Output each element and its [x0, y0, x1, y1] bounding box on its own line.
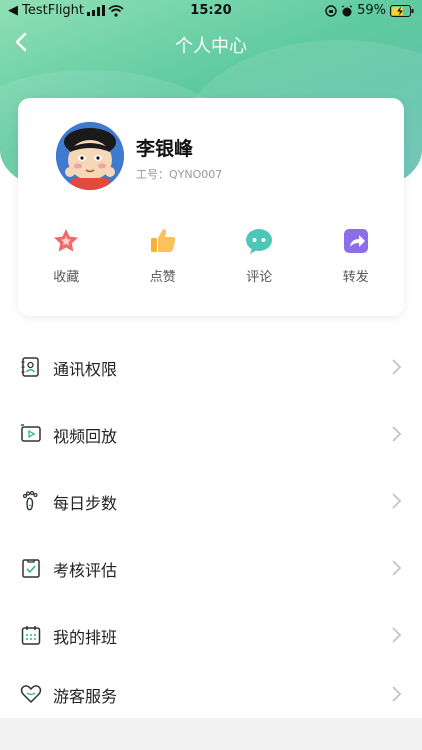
profile-card: 李银峰 工号：QYNO007 收藏 点赞 评论 转发	[18, 98, 404, 316]
employee-id: 工号：QYNO007	[136, 168, 223, 181]
chevron-right-icon	[392, 493, 402, 509]
menu-list: 通讯权限 视频回放 每日步数 考核评估 我的排班 游客服务	[0, 334, 422, 719]
action-label: 评论	[246, 270, 273, 285]
chevron-right-icon	[392, 686, 402, 702]
menu-label: 我的排班	[53, 628, 118, 647]
menu-label: 视频回放	[53, 427, 118, 446]
menu-label: 游客服务	[53, 687, 118, 706]
action-label: 点赞	[149, 270, 176, 285]
avatar[interactable]	[56, 122, 124, 190]
user-name: 李银峰	[136, 138, 194, 160]
chevron-right-icon	[392, 426, 402, 442]
thumbs-up-icon	[150, 229, 175, 252]
action-comment[interactable]: 评论	[211, 226, 308, 285]
menu-label: 每日步数	[53, 494, 118, 513]
status-bar: ◀ TestFlight 15:20 59%	[0, 0, 422, 22]
footprint-icon	[22, 490, 38, 511]
action-row: 收藏 点赞 评论 转发	[18, 226, 404, 285]
menu-item-video-playback[interactable]: 视频回放	[0, 401, 422, 468]
nav-bar: 个人中心	[0, 28, 422, 58]
orientation-lock-icon	[325, 4, 337, 17]
action-share[interactable]: 转发	[308, 226, 405, 285]
action-label: 转发	[342, 270, 369, 285]
menu-item-daily-steps[interactable]: 每日步数	[0, 468, 422, 535]
menu-item-my-schedule[interactable]: 我的排班	[0, 602, 422, 669]
chevron-right-icon	[392, 627, 402, 643]
heart-icon	[20, 685, 42, 704]
contacts-book-icon	[21, 357, 39, 377]
menu-item-contact-permission[interactable]: 通讯权限	[0, 334, 422, 401]
comment-icon	[246, 229, 273, 254]
action-label: 收藏	[53, 270, 80, 285]
action-favorite[interactable]: 收藏	[18, 226, 115, 285]
bottom-divider	[0, 718, 422, 750]
chevron-right-icon	[392, 560, 402, 576]
menu-label: 通讯权限	[53, 360, 118, 379]
page-title: 个人中心	[175, 36, 247, 57]
menu-item-visitor-service[interactable]: 游客服务	[0, 669, 422, 719]
menu-label: 考核评估	[53, 561, 118, 580]
menu-item-assessment[interactable]: 考核评估	[0, 535, 422, 602]
battery-charging-icon	[390, 4, 414, 17]
clipboard-check-icon	[22, 559, 40, 578]
battery-percent: 59%	[357, 3, 386, 18]
star-icon	[54, 229, 79, 252]
cartoon-avatar-image	[56, 122, 124, 190]
alarm-icon	[341, 4, 353, 16]
action-like[interactable]: 点赞	[115, 226, 212, 285]
share-icon	[343, 229, 368, 253]
calendar-icon	[21, 626, 41, 645]
video-playback-icon	[21, 424, 41, 442]
chevron-right-icon	[392, 359, 402, 375]
